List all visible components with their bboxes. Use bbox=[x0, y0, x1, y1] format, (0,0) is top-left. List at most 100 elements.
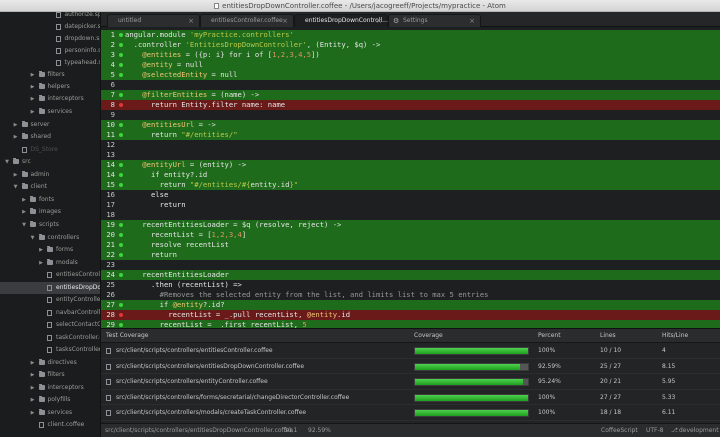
chevron-down-icon[interactable]: ▼ bbox=[4, 156, 10, 168]
chevron-right-icon[interactable]: ▶ bbox=[30, 394, 36, 406]
status-file-path[interactable]: src/client/scripts/controllers/entitiesD… bbox=[105, 424, 293, 437]
tree-item[interactable]: selectContactCon bbox=[0, 319, 100, 331]
code-line[interactable]: 26 #Removes the selected entity from the… bbox=[101, 290, 720, 300]
chevron-right-icon[interactable]: ▶ bbox=[30, 369, 36, 381]
tree-item[interactable]: ▶ helpers bbox=[0, 81, 100, 93]
chevron-right-icon[interactable]: ▶ bbox=[21, 194, 27, 206]
code-line[interactable]: 3 @entities = ({p: i} for i of [1,2,3,4,… bbox=[101, 50, 720, 60]
tree-item[interactable]: entityController.c bbox=[0, 294, 100, 306]
tree-item[interactable]: ▶ shared bbox=[0, 131, 100, 143]
code-line[interactable]: 10 @entitiesUrl = -> bbox=[101, 120, 720, 130]
chevron-right-icon[interactable]: ▶ bbox=[21, 206, 27, 218]
tree-item[interactable]: authorize.spec.coffe bbox=[0, 12, 100, 21]
tree-item[interactable]: ▶ server bbox=[0, 119, 100, 131]
tree-item[interactable]: entitiesDropDown bbox=[0, 282, 100, 294]
chevron-right-icon[interactable]: ▶ bbox=[38, 257, 44, 269]
tree-item[interactable]: ▶ admin bbox=[0, 169, 100, 181]
tab-0[interactable]: untitled × bbox=[107, 14, 200, 27]
coverage-file[interactable]: src/client/scripts/controllers/forms/sec… bbox=[116, 390, 349, 405]
tree-item[interactable]: ▶ filters bbox=[0, 69, 100, 81]
code-line[interactable]: 19 recentEntitiesLoader = $q (resolve, r… bbox=[101, 220, 720, 230]
code-line[interactable]: 14 @entityUrl = (entity) -> bbox=[101, 160, 720, 170]
tree-item[interactable]: ▶ polyfills bbox=[0, 394, 100, 406]
tree-item[interactable]: dropdown.spec.coffe bbox=[0, 33, 100, 45]
code-line[interactable]: 16 else bbox=[101, 190, 720, 200]
code-line[interactable]: 5 @selectedEntity = null bbox=[101, 70, 720, 80]
tree-item[interactable]: ▼ scripts bbox=[0, 219, 100, 231]
tree-item[interactable]: ▶ services bbox=[0, 106, 100, 118]
tree-view[interactable]: authorize.spec.coffe datepicker.spec.coff… bbox=[0, 12, 101, 437]
chevron-right-icon[interactable]: ▶ bbox=[30, 93, 36, 105]
coverage-row[interactable]: src/client/scripts/controllers/entitiesD… bbox=[101, 359, 720, 374]
code-line[interactable]: 29 recentList = _.first recentList, 5 bbox=[101, 320, 720, 328]
tree-item[interactable]: DS_Store bbox=[0, 144, 100, 156]
tree-item[interactable]: ▶ modals bbox=[0, 257, 100, 269]
tree-item[interactable]: navbarController.c bbox=[0, 307, 100, 319]
coverage-file[interactable]: src/client/scripts/controllers/modals/cr… bbox=[116, 405, 306, 420]
code-line[interactable]: 22 return bbox=[101, 250, 720, 260]
chevron-right-icon[interactable]: ▶ bbox=[30, 81, 36, 93]
coverage-row[interactable]: src/client/scripts/controllers/forms/sec… bbox=[101, 390, 720, 405]
code-line[interactable]: 4 @entity = null bbox=[101, 60, 720, 70]
tree-item[interactable]: datepicker.spec.coffe bbox=[0, 21, 100, 33]
code-line[interactable]: 8 return Entity.filter name: name bbox=[101, 100, 720, 110]
code-line[interactable]: 28 recentList = _.pull recentList, @enti… bbox=[101, 310, 720, 320]
code-line[interactable]: 18 bbox=[101, 210, 720, 220]
code-line[interactable]: 24 recentEntitiesLoader bbox=[101, 270, 720, 280]
tree-item[interactable]: ▼ controllers bbox=[0, 232, 100, 244]
coverage-row[interactable]: src/client/scripts/controllers/entitiesC… bbox=[101, 343, 720, 359]
chevron-down-icon[interactable]: ▼ bbox=[13, 181, 19, 193]
coverage-file[interactable]: src/client/scripts/controllers/entitiesC… bbox=[116, 343, 273, 358]
code-line[interactable]: 27 if @entity?.id? bbox=[101, 300, 720, 310]
coverage-file[interactable]: src/client/scripts/controllers/entitiesD… bbox=[116, 359, 304, 374]
chevron-down-icon[interactable]: ▼ bbox=[30, 232, 36, 244]
tab-3[interactable]: ⚙ Settings × bbox=[388, 14, 481, 27]
tab-1[interactable]: entitiesController.coffee × bbox=[200, 14, 294, 27]
code-editor[interactable]: 1 angular.module 'myPractice.controllers'… bbox=[101, 28, 720, 328]
code-line[interactable]: 14 if entity?.id bbox=[101, 170, 720, 180]
tree-item[interactable]: ▶ images bbox=[0, 206, 100, 218]
code-line[interactable]: 7 @filterEntities = (name) -> bbox=[101, 90, 720, 100]
chevron-down-icon[interactable]: ▼ bbox=[21, 219, 27, 231]
code-line[interactable]: 20 recentList = [1,2,3,4] bbox=[101, 230, 720, 240]
chevron-right-icon[interactable]: ▶ bbox=[30, 69, 36, 81]
code-line[interactable]: 21 resolve recentList bbox=[101, 240, 720, 250]
status-cursor-position[interactable]: 30,1 bbox=[284, 424, 297, 437]
close-icon[interactable]: × bbox=[188, 15, 194, 27]
status-coverage[interactable]: 92.59% bbox=[308, 424, 331, 437]
code-line[interactable]: 9 bbox=[101, 110, 720, 120]
tree-item[interactable]: ▼ client bbox=[0, 181, 100, 193]
tree-item[interactable]: personinfo.spec.coffe bbox=[0, 45, 100, 57]
chevron-right-icon[interactable]: ▶ bbox=[30, 407, 36, 419]
chevron-right-icon[interactable]: ▶ bbox=[13, 119, 19, 131]
code-line[interactable]: 6 bbox=[101, 80, 720, 90]
tree-item[interactable]: ▶ interceptors bbox=[0, 93, 100, 105]
code-line[interactable]: 23 bbox=[101, 260, 720, 270]
tree-item[interactable]: ▶ directives bbox=[0, 357, 100, 369]
tree-item[interactable]: ▶ fonts bbox=[0, 194, 100, 206]
tree-item[interactable]: client.coffee bbox=[0, 419, 100, 431]
code-line[interactable]: 17 return bbox=[101, 200, 720, 210]
coverage-file[interactable]: src/client/scripts/controllers/entityCon… bbox=[116, 374, 268, 389]
chevron-right-icon[interactable]: ▶ bbox=[30, 357, 36, 369]
tree-item[interactable]: ▶ filters bbox=[0, 369, 100, 381]
code-line[interactable]: 12 bbox=[101, 140, 720, 150]
tree-item[interactable]: ▶ services bbox=[0, 407, 100, 419]
chevron-right-icon[interactable]: ▶ bbox=[13, 131, 19, 143]
status-encoding[interactable]: UTF-8 bbox=[646, 424, 664, 437]
chevron-right-icon[interactable]: ▶ bbox=[13, 169, 19, 181]
status-branch[interactable]: development bbox=[679, 424, 719, 437]
status-grammar[interactable]: CoffeeScript bbox=[601, 424, 638, 437]
close-icon[interactable]: × bbox=[282, 15, 288, 27]
close-icon[interactable]: × bbox=[376, 15, 382, 27]
chevron-right-icon[interactable]: ▶ bbox=[30, 106, 36, 118]
code-line[interactable]: 25 .then (recentList) => bbox=[101, 280, 720, 290]
tree-item[interactable]: ▼ src bbox=[0, 156, 100, 168]
coverage-row[interactable]: src/client/scripts/controllers/entityCon… bbox=[101, 374, 720, 390]
tab-2[interactable]: entitiesDropDownControll... × bbox=[294, 14, 388, 27]
code-line[interactable]: 13 bbox=[101, 150, 720, 160]
tree-item[interactable]: tasksController.co bbox=[0, 344, 100, 356]
code-line[interactable]: 1 angular.module 'myPractice.controllers' bbox=[101, 30, 720, 40]
coverage-row[interactable]: src/client/scripts/controllers/modals/cr… bbox=[101, 405, 720, 421]
code-line[interactable]: 15 return "#/entities/#{entity.id}" bbox=[101, 180, 720, 190]
